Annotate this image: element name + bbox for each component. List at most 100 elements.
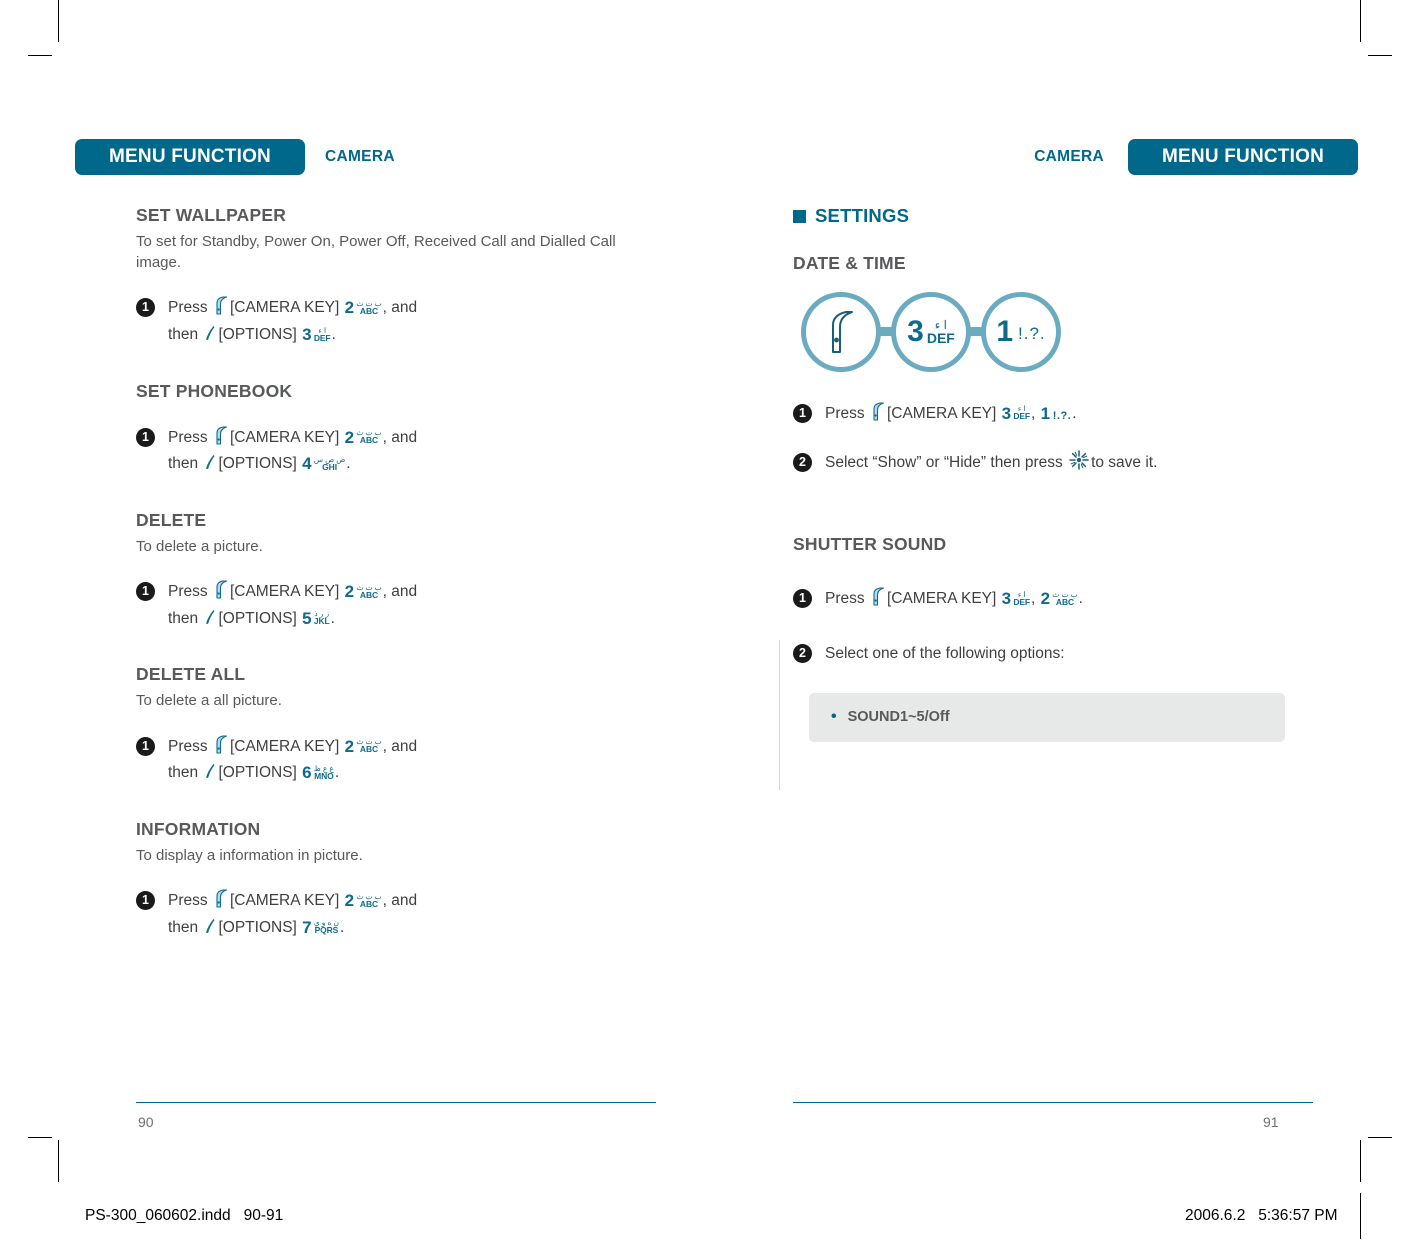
step-mid-2: [OPTIONS] xyxy=(218,326,297,344)
step-post: . xyxy=(1072,404,1077,422)
flow-keycap-3: 3 ﺍ ﺀ DEF xyxy=(907,314,955,348)
step-post: , and xyxy=(382,428,418,446)
section-delete: DELETE To delete a picture. 1 Press [CAM… xyxy=(136,510,656,632)
step-post-2: . xyxy=(346,455,351,473)
step-post-2: . xyxy=(334,764,340,782)
step-pre: Press xyxy=(168,737,208,755)
keycap-5: 5ﺯ ﺭ ﺫ JKL xyxy=(302,608,330,628)
step-text: Press [CAMERA KEY] 2ﺏ ﺕ ﺙ ABC, and then [… xyxy=(168,425,417,478)
keycap-2: 2ﺏ ﺕ ﺙ ABC xyxy=(1040,589,1078,609)
step-post-2: . xyxy=(331,326,336,344)
left-page-content: SET WALLPAPER To set for Standby, Power … xyxy=(136,205,656,973)
options-key-icon xyxy=(204,453,216,471)
page-number-right: 91 xyxy=(1263,1114,1279,1130)
section-title: DELETE ALL xyxy=(136,664,246,685)
header-right-subtitle: CAMERA xyxy=(1034,148,1105,165)
flow-keycap-1: 1 !.?. xyxy=(996,314,1046,348)
step-mid-2: [OPTIONS] xyxy=(218,764,297,782)
step-text-before: Select “Show” or “Hide” then press xyxy=(825,453,1063,471)
section-description: To delete a picture. xyxy=(136,537,263,555)
print-slug-right: 2006.6.2 5:36:57 PM xyxy=(1185,1207,1338,1224)
step-badge: 1 xyxy=(793,403,812,423)
section-title: DELETE xyxy=(136,509,207,530)
section-description: To display a information in picture. xyxy=(136,846,363,864)
step-item: 1 Press [CAMERA KEY] 3ﺍ ﺀ DEF, 2ﺏ ﺕ ﺙ ABC. xyxy=(793,586,1313,613)
section-title: DATE & TIME xyxy=(793,253,906,273)
keycap-2: 2ﺏ ﺕ ﺙ ABC xyxy=(344,427,382,447)
step-item: 1 Press [CAMERA KEY] 2ﺏ ﺕ ﺙ ABC, and then… xyxy=(136,734,656,787)
section-date-time: DATE & TIME 3 ﺍ ﺀ DEF 1 !.?. 1 Press [CA… xyxy=(793,253,1313,476)
step-text-before: Select one of the following options: xyxy=(825,644,1065,662)
step-post-2: . xyxy=(330,609,335,627)
step-mid: [CAMERA KEY] xyxy=(886,404,997,422)
page-number-left: 90 xyxy=(138,1114,154,1130)
step-item: 1 Press [CAMERA KEY] 2ﺏ ﺕ ﺙ ABC, and then… xyxy=(136,295,656,348)
step-text: Select “Show” or “Hide” then press to sa… xyxy=(825,449,1157,477)
camera-key-icon xyxy=(214,580,228,599)
step-pre-2: then xyxy=(168,455,199,473)
header-left-subtitle: CAMERA xyxy=(324,148,395,165)
step-item: 1 Press [CAMERA KEY] 2ﺏ ﺕ ﺙ ABC, and then… xyxy=(136,425,656,478)
header-left: MENU FUNCTION CAMERA xyxy=(75,138,395,176)
header-right: CAMERA MENU FUNCTION xyxy=(713,138,1358,176)
options-key-icon xyxy=(204,608,216,626)
step-pre: Press xyxy=(825,404,865,422)
step-mid-2: [OPTIONS] xyxy=(218,918,297,936)
center-fold-line xyxy=(779,640,780,790)
step-pre: Press xyxy=(168,428,208,446)
header-left-pill: MENU FUNCTION xyxy=(75,139,305,175)
step-badge: 1 xyxy=(136,891,155,911)
step-text: Select one of the following options: xyxy=(825,641,1065,668)
section-description: To set for Standby, Power On, Power Off,… xyxy=(136,232,616,272)
step-mid-2: [OPTIONS] xyxy=(218,609,297,627)
step-separator: , xyxy=(1031,404,1036,422)
options-key-icon xyxy=(204,324,216,342)
step-badge: 1 xyxy=(136,427,155,447)
step-item: 1 Press [CAMERA KEY] 3ﺍ ﺀ DEF, 1!.?.. xyxy=(793,401,1313,428)
slug-divider-right xyxy=(1360,1193,1361,1239)
keycap-2: 2ﺏ ﺕ ﺙ ABC xyxy=(344,582,382,602)
step-post-2: . xyxy=(340,918,345,936)
step-post: , and xyxy=(382,737,418,755)
step-badge: 1 xyxy=(136,736,155,756)
step-item: 1 Press [CAMERA KEY] 2ﺏ ﺕ ﺙ ABC, and then… xyxy=(136,888,656,941)
settings-heading: SETTINGS xyxy=(793,205,1313,227)
right-page-content: SETTINGS DATE & TIME 3 ﺍ ﺀ DEF 1 !.?. 1 … xyxy=(793,205,1313,774)
camera-key-icon xyxy=(214,889,228,908)
keycap-2: 2ﺏ ﺕ ﺙ ABC xyxy=(344,736,382,756)
options-key-icon xyxy=(204,762,216,780)
square-bullet-icon xyxy=(793,209,806,223)
step-post: , and xyxy=(382,299,418,317)
step-mid: [CAMERA KEY] xyxy=(886,590,997,608)
step-pre: Press xyxy=(825,590,865,608)
step-text: Press [CAMERA KEY] 3ﺍ ﺀ DEF, 2ﺏ ﺕ ﺙ ABC. xyxy=(825,586,1083,613)
keycap-3: 3ﺍ ﺀ DEF xyxy=(302,325,331,345)
step-item: 1 Press [CAMERA KEY] 2ﺏ ﺕ ﺙ ABC, and then… xyxy=(136,579,656,632)
step-mid: [CAMERA KEY] xyxy=(229,299,340,317)
step-post: . xyxy=(1078,590,1083,608)
step-badge: 1 xyxy=(136,582,155,602)
step-mid-2: [OPTIONS] xyxy=(218,455,297,473)
section-shutter-sound: SHUTTER SOUND 1 Press [CAMERA KEY] 3ﺍ ﺀD… xyxy=(793,534,1313,743)
section-delete-all: DELETE ALL To delete a all picture. 1 Pr… xyxy=(136,664,656,786)
camera-key-icon xyxy=(871,587,885,606)
step-pre-2: then xyxy=(168,609,199,627)
footer-rule-right xyxy=(793,1102,1313,1104)
camera-key-icon xyxy=(214,296,228,316)
flow-circle-key-1: 1 !.?. xyxy=(981,291,1061,372)
step-mid: [CAMERA KEY] xyxy=(229,583,340,601)
bullet-icon: • xyxy=(831,708,837,726)
key-sequence-diagram: 3 ﺍ ﺀ DEF 1 !.?. xyxy=(801,289,1313,375)
camera-key-icon xyxy=(826,310,856,354)
step-mid: [CAMERA KEY] xyxy=(229,428,340,446)
step-pre: Press xyxy=(168,299,208,317)
section-title: SET WALLPAPER xyxy=(136,205,287,225)
ok-starburst-icon xyxy=(1069,449,1089,470)
keycap-2: 2ﺏ ﺕ ﺙ ABC xyxy=(344,891,382,911)
step-post: , and xyxy=(382,583,418,601)
step-pre: Press xyxy=(168,892,208,910)
section-title: INFORMATION xyxy=(136,818,261,839)
step-post: , and xyxy=(382,892,418,910)
section-set-wallpaper: SET WALLPAPER To set for Standby, Power … xyxy=(136,205,656,349)
step-text: Press [CAMERA KEY] 2ﺏ ﺕ ﺙ ABC, and then [… xyxy=(168,295,417,348)
